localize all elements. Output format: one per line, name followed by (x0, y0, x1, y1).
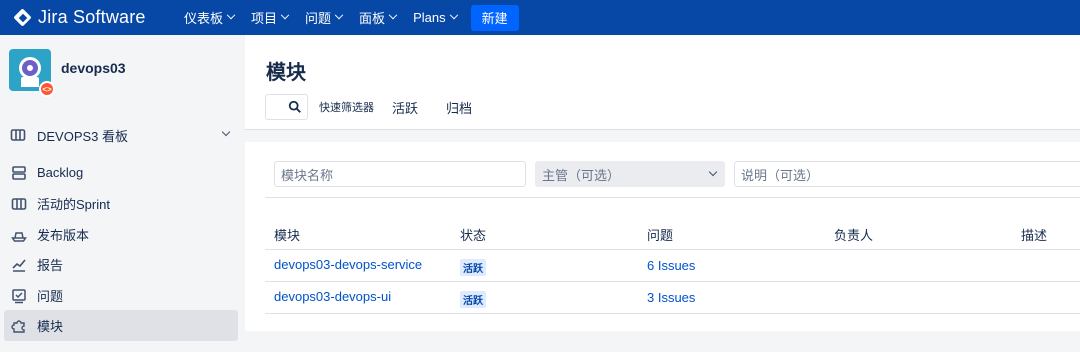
column-header-lead: 负责人 (834, 228, 874, 243)
issues-link[interactable]: 6 Issues (647, 258, 695, 273)
board-icon (10, 127, 26, 143)
chevron-down-icon (280, 10, 290, 19)
sidebar-item-active-sprint[interactable]: 活动的Sprint (4, 188, 238, 219)
project-avatar: <> (9, 49, 55, 97)
nav-dashboards[interactable]: 仪表板 (184, 0, 236, 35)
sidebar: <> devops03 DEVOPS3 看板 Backlog 活动的Sprint… (0, 35, 245, 352)
chevron-down-icon (226, 10, 236, 19)
sidebar-item-reports[interactable]: 报告 (4, 249, 238, 280)
table-row-divider (265, 281, 1080, 282)
sidebar-item-label: 模块 (37, 319, 64, 334)
create-button[interactable]: 新建 (470, 4, 519, 31)
chevron-down-icon (708, 167, 718, 177)
chevron-down-icon (449, 10, 458, 19)
sidebar-item-label: Backlog (37, 165, 84, 180)
search-icon (288, 100, 301, 113)
sidebar-item-label: 活动的Sprint (37, 197, 110, 212)
chevron-down-icon (334, 10, 344, 19)
software-badge-icon: <> (39, 81, 55, 97)
component-name-field[interactable]: 模块名称 (274, 161, 526, 187)
sidebar-item-backlog[interactable]: Backlog (4, 157, 238, 188)
page-footer-area (245, 331, 1080, 352)
sidebar-item-issues[interactable]: 问题 (4, 280, 238, 311)
main-content: 模块 快速筛选器 活跃 归档 模块名称 主管（可选） 说明（可选） 模块 状态 … (245, 35, 1080, 352)
sidebar-item-components[interactable]: 模块 (4, 310, 238, 341)
top-nav: Jira Software 仪表板 项目 问题 面板 Plans 新建 (0, 0, 1080, 35)
page-title: 模块 (266, 62, 306, 84)
sidebar-item-label: 问题 (37, 289, 64, 304)
jira-logo[interactable]: Jira Software (13, 7, 184, 28)
status-badge: 活跃 (460, 291, 486, 308)
column-header-issues: 问题 (647, 228, 674, 243)
description-field[interactable]: 说明（可选） (734, 161, 1080, 187)
table-row-divider (265, 313, 1080, 314)
divider (265, 197, 1080, 198)
chevron-down-icon (388, 10, 398, 19)
jira-logo-icon (13, 7, 32, 27)
project-name: devops03 (61, 60, 126, 76)
column-header-component: 模块 (274, 228, 301, 243)
nav-issues[interactable]: 问题 (305, 0, 344, 35)
nav-projects[interactable]: 项目 (251, 0, 290, 35)
project-header[interactable]: <> devops03 (9, 49, 126, 97)
issues-link[interactable]: 3 Issues (647, 290, 695, 305)
ship-icon (11, 227, 27, 243)
chevron-down-icon (221, 127, 231, 137)
tab-archived[interactable]: 归档 (446, 98, 472, 117)
board-icon (11, 196, 27, 212)
puzzle-icon (11, 318, 27, 334)
backlog-icon (11, 165, 27, 181)
nav-boards[interactable]: 面板 (359, 0, 398, 35)
sidebar-item-label: 发布版本 (37, 228, 90, 243)
lead-select[interactable]: 主管（可选） (535, 161, 725, 187)
logo-text: Jira Software (38, 7, 146, 27)
board-label: DEVOPS3 看板 (37, 128, 129, 144)
table-row-divider (265, 249, 1080, 250)
column-header-status: 状态 (460, 228, 487, 243)
chart-icon (11, 257, 27, 273)
status-badge: 活跃 (460, 259, 486, 276)
component-link[interactable]: devops03-devops-service (274, 257, 422, 272)
quick-filters-label: 快速筛选器 (319, 102, 374, 114)
search-input[interactable] (265, 94, 308, 120)
tab-active[interactable]: 活跃 (392, 98, 418, 117)
sidebar-item-label: 报告 (37, 258, 64, 273)
sidebar-item-releases[interactable]: 发布版本 (4, 219, 238, 250)
component-link[interactable]: devops03-devops-ui (274, 289, 391, 304)
issues-icon (11, 288, 27, 304)
board-selector[interactable]: DEVOPS3 看板 (10, 125, 235, 145)
column-header-description: 描述 (1021, 228, 1048, 243)
section-separator (245, 130, 1080, 142)
nav-plans[interactable]: Plans (413, 0, 458, 35)
